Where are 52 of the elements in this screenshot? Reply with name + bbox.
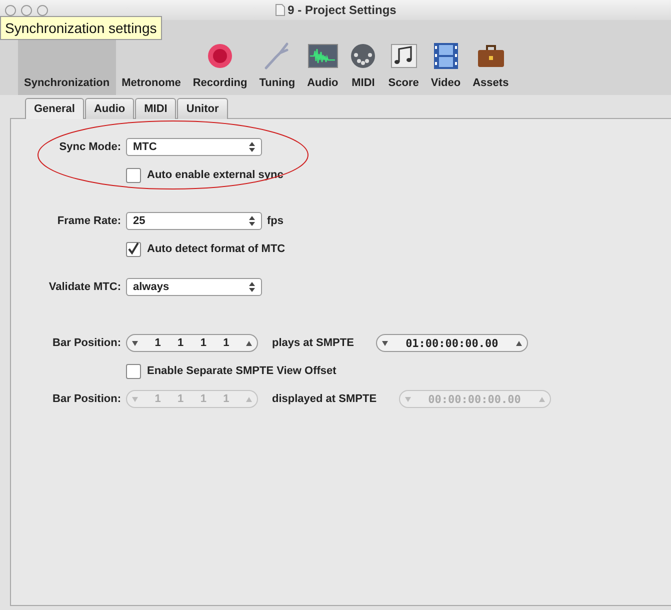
down-arrow-icon[interactable] xyxy=(132,340,138,346)
toolbar-tab[interactable]: Audio xyxy=(301,37,344,95)
zoom-button[interactable] xyxy=(37,4,48,16)
window-title: 9 - Project Settings xyxy=(288,3,396,17)
checkbox[interactable] xyxy=(126,168,141,182)
field-label: Frame Rate: xyxy=(56,215,121,227)
dropdown[interactable]: always xyxy=(126,278,262,296)
unit-label: fps xyxy=(267,215,284,227)
toolbar-tab[interactable]: Synchronization xyxy=(18,37,116,95)
tooltip: Synchronization settings xyxy=(0,16,162,40)
tab[interactable]: Audio xyxy=(84,98,134,119)
briefcase-icon xyxy=(476,44,505,68)
close-button[interactable] xyxy=(5,4,16,16)
toolbar-tab[interactable]: Metronome xyxy=(116,37,187,95)
toolbar-tab[interactable]: Assets xyxy=(466,37,515,95)
field-label: Validate MTC: xyxy=(48,281,121,293)
down-arrow-icon[interactable] xyxy=(382,340,388,346)
tab[interactable]: General xyxy=(25,98,84,119)
tab[interactable]: MIDI xyxy=(135,98,176,119)
checkbox-label: Auto enable external sync xyxy=(147,169,284,181)
field-label: Bar Position: xyxy=(52,393,121,405)
toolbar-tab[interactable]: Tuning xyxy=(253,37,302,95)
toolbar-tab[interactable]: MIDI xyxy=(344,37,382,95)
field-caption: plays at SMPTE xyxy=(272,337,354,349)
film-icon xyxy=(434,43,458,69)
waveform-icon xyxy=(308,44,338,68)
toolbar-tab[interactable]: Recording xyxy=(186,37,254,95)
toolbar-tab[interactable]: Video xyxy=(424,37,467,95)
stepper-arrows-icon xyxy=(249,282,255,292)
tab[interactable]: Unitor xyxy=(177,98,228,119)
up-arrow-icon[interactable] xyxy=(246,340,252,346)
checkbox[interactable] xyxy=(126,242,141,256)
field-label: Sync Mode: xyxy=(58,141,121,153)
checkbox-label: Enable Separate SMPTE View Offset xyxy=(147,365,336,377)
checkbox-label: Auto detect format of MTC xyxy=(147,243,286,255)
field-label: Bar Position: xyxy=(52,337,121,349)
dropdown[interactable]: MTC xyxy=(126,138,262,156)
document-icon xyxy=(274,4,285,16)
record-icon xyxy=(207,43,234,69)
minimize-button[interactable] xyxy=(21,4,32,16)
tuning-fork-icon xyxy=(263,42,292,70)
stepper-arrows-icon xyxy=(249,216,255,226)
field-caption: displayed at SMPTE xyxy=(272,393,377,405)
stepper-arrows-icon xyxy=(249,142,255,152)
up-arrow-icon[interactable] xyxy=(516,340,522,346)
smpte-stepper[interactable]: 01:00:00:00.00 xyxy=(376,334,528,352)
checkbox[interactable] xyxy=(126,364,141,378)
toolbar-tab[interactable]: Score xyxy=(382,37,425,95)
bar-position-stepper[interactable]: 1 1 1 1 xyxy=(126,334,258,352)
dropdown[interactable]: 25 xyxy=(126,212,262,230)
music-notes-icon xyxy=(390,44,417,68)
din-connector-icon xyxy=(350,43,376,69)
